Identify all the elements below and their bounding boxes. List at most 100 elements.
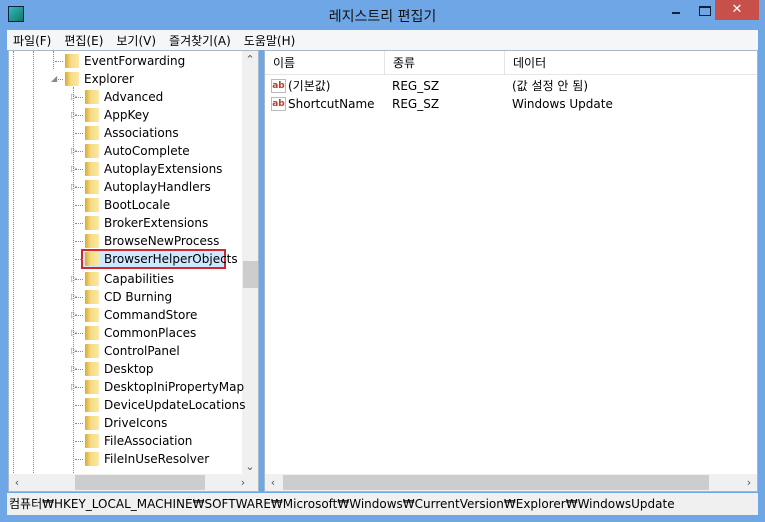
tree-connector [75, 279, 83, 280]
tree-connector [75, 315, 83, 316]
minimize-button[interactable] [668, 0, 688, 20]
value-name: (기본값) [288, 79, 331, 93]
tree-item[interactable]: ▷ ControlPanel [9, 342, 242, 360]
status-bar-path: 컴퓨터₩HKEY_LOCAL_MACHINE₩SOFTWARE₩Microsof… [7, 493, 758, 515]
tree-item-label: Explorer [84, 72, 134, 86]
tree-item[interactable]: ◢ Explorer [9, 70, 242, 88]
values-pane: 이름 종류 데이터 ab (기본값) REG_SZ (값 설정 안 됨) ab Short… [264, 50, 758, 492]
tree-item[interactable]: ▷ CD Burning [9, 288, 242, 306]
value-row[interactable]: ab ShortcutName REG_SZ Windows Update [265, 95, 757, 113]
tree-item[interactable]: ▷ Advanced [9, 88, 242, 106]
menu-favorites[interactable]: 즐겨찾기(A) [169, 32, 231, 49]
tree-item-label: DeviceUpdateLocations [104, 398, 246, 412]
tree-hscroll-thumb[interactable] [75, 475, 205, 490]
menu-file[interactable]: 파일(F) [13, 32, 51, 49]
tree-item-label: AutoComplete [104, 144, 190, 158]
tree-connector [75, 151, 83, 152]
folder-icon [85, 290, 99, 304]
folder-icon [85, 108, 99, 122]
value-row[interactable]: ab (기본값) REG_SZ (값 설정 안 됨) [265, 77, 757, 95]
tree-connector [75, 205, 83, 206]
tree-connector [75, 187, 83, 188]
value-data: Windows Update [512, 97, 613, 111]
tree-item-label: BrokerExtensions [104, 216, 209, 230]
tree-item[interactable]: EventForwarding [9, 52, 242, 70]
scroll-down-icon[interactable]: ⌄ [242, 458, 258, 475]
values-hscroll-thumb[interactable] [283, 475, 709, 490]
tree-connector [75, 241, 83, 242]
tree-connector [75, 133, 83, 134]
tree-connector [75, 423, 83, 424]
folder-icon [85, 90, 99, 104]
registry-tree: ⌃ ⌄ ‹ › EventForwarding ◢ Explorer ▷ Advance… [8, 50, 259, 492]
scroll-right-icon[interactable]: › [741, 474, 757, 491]
tree-connector [75, 387, 83, 388]
values-horizontal-scrollbar[interactable]: ‹ › [265, 474, 757, 491]
folder-icon [85, 362, 99, 376]
tree-item[interactable]: BootLocale [9, 196, 242, 214]
tree-connector [75, 115, 83, 116]
column-type[interactable]: 종류 [385, 51, 505, 75]
tree-item[interactable]: FileAssociation [9, 432, 242, 450]
folder-icon [85, 216, 99, 230]
tree-horizontal-scrollbar[interactable]: ‹ › [9, 474, 258, 491]
tree-item[interactable]: FileInUseResolver [9, 450, 242, 468]
maximize-button[interactable] [694, 0, 716, 20]
tree-item[interactable]: ▷ AppKey [9, 106, 242, 124]
folder-icon [85, 252, 99, 266]
tree-item-label: FileAssociation [104, 434, 193, 448]
tree-item-label: CommandStore [104, 308, 198, 322]
scroll-left-icon[interactable]: ‹ [265, 474, 281, 491]
menu-view[interactable]: 보기(V) [116, 32, 156, 49]
tree-connector [75, 97, 83, 98]
tree-item-label: AppKey [104, 108, 150, 122]
scroll-left-icon[interactable]: ‹ [9, 474, 25, 491]
folder-icon [85, 344, 99, 358]
title-bar: 레지스트리 편집기 ✕ [0, 0, 765, 30]
window-title: 레지스트리 편집기 [328, 9, 437, 25]
folder-icon [85, 416, 99, 430]
tree-item[interactable]: DriveIcons [9, 414, 242, 432]
menu-help[interactable]: 도움말(H) [244, 32, 296, 49]
tree-item-label: Desktop [104, 362, 154, 376]
tree-item[interactable]: ▷ AutoComplete [9, 142, 242, 160]
tree-item-label: BootLocale [104, 198, 171, 212]
tree-item[interactable]: BrokerExtensions [9, 214, 242, 232]
tree-item-label: DriveIcons [104, 416, 168, 430]
scroll-up-icon[interactable]: ⌃ [242, 51, 258, 68]
column-data[interactable]: 데이터 [505, 51, 757, 75]
folder-icon [85, 380, 99, 394]
tree-item[interactable]: ▷ AutoplayHandlers [9, 178, 242, 196]
tree-item-label: Capabilities [104, 272, 174, 286]
menu-edit[interactable]: 편집(E) [64, 32, 103, 49]
folder-icon [85, 326, 99, 340]
scroll-right-icon[interactable]: › [235, 474, 251, 491]
tree-item[interactable]: ▷ CommandStore [9, 306, 242, 324]
folder-icon [85, 272, 99, 286]
tree-connector [55, 61, 63, 62]
tree-connector [75, 405, 83, 406]
tree-item[interactable]: BrowseNewProcess [9, 232, 242, 250]
tree-scroll-thumb[interactable] [243, 261, 258, 288]
tree-item-label: Associations [104, 126, 179, 140]
tree-item-label: EventForwarding [84, 54, 186, 68]
tree-item[interactable]: DeviceUpdateLocations [9, 396, 246, 414]
folder-icon [85, 180, 99, 194]
tree-connector [55, 79, 63, 80]
string-value-icon: ab [271, 97, 286, 111]
menu-bar: 파일(F) 편집(E) 보기(V) 즐겨찾기(A) 도움말(H) [7, 30, 758, 50]
column-name[interactable]: 이름 [265, 51, 385, 75]
tree-item-label: FileInUseResolver [104, 452, 210, 466]
tree-item[interactable]: ▷ Desktop [9, 360, 242, 378]
tree-item[interactable]: ▷ DesktopIniPropertyMap [9, 378, 244, 396]
tree-item-label: CommonPlaces [104, 326, 197, 340]
tree-item[interactable]: ▷ CommonPlaces [9, 324, 242, 342]
tree-item[interactable]: ▷ Capabilities [9, 270, 242, 288]
tree-item[interactable]: Associations [9, 124, 242, 142]
close-button[interactable]: ✕ [715, 0, 759, 20]
folder-icon [85, 452, 99, 466]
tree-item-label: AutoplayExtensions [104, 162, 223, 176]
tree-item-label: Advanced [104, 90, 164, 104]
tree-item[interactable]: ▷ AutoplayExtensions [9, 160, 242, 178]
tree-item[interactable]: BrowserHelperObjects [9, 250, 242, 268]
